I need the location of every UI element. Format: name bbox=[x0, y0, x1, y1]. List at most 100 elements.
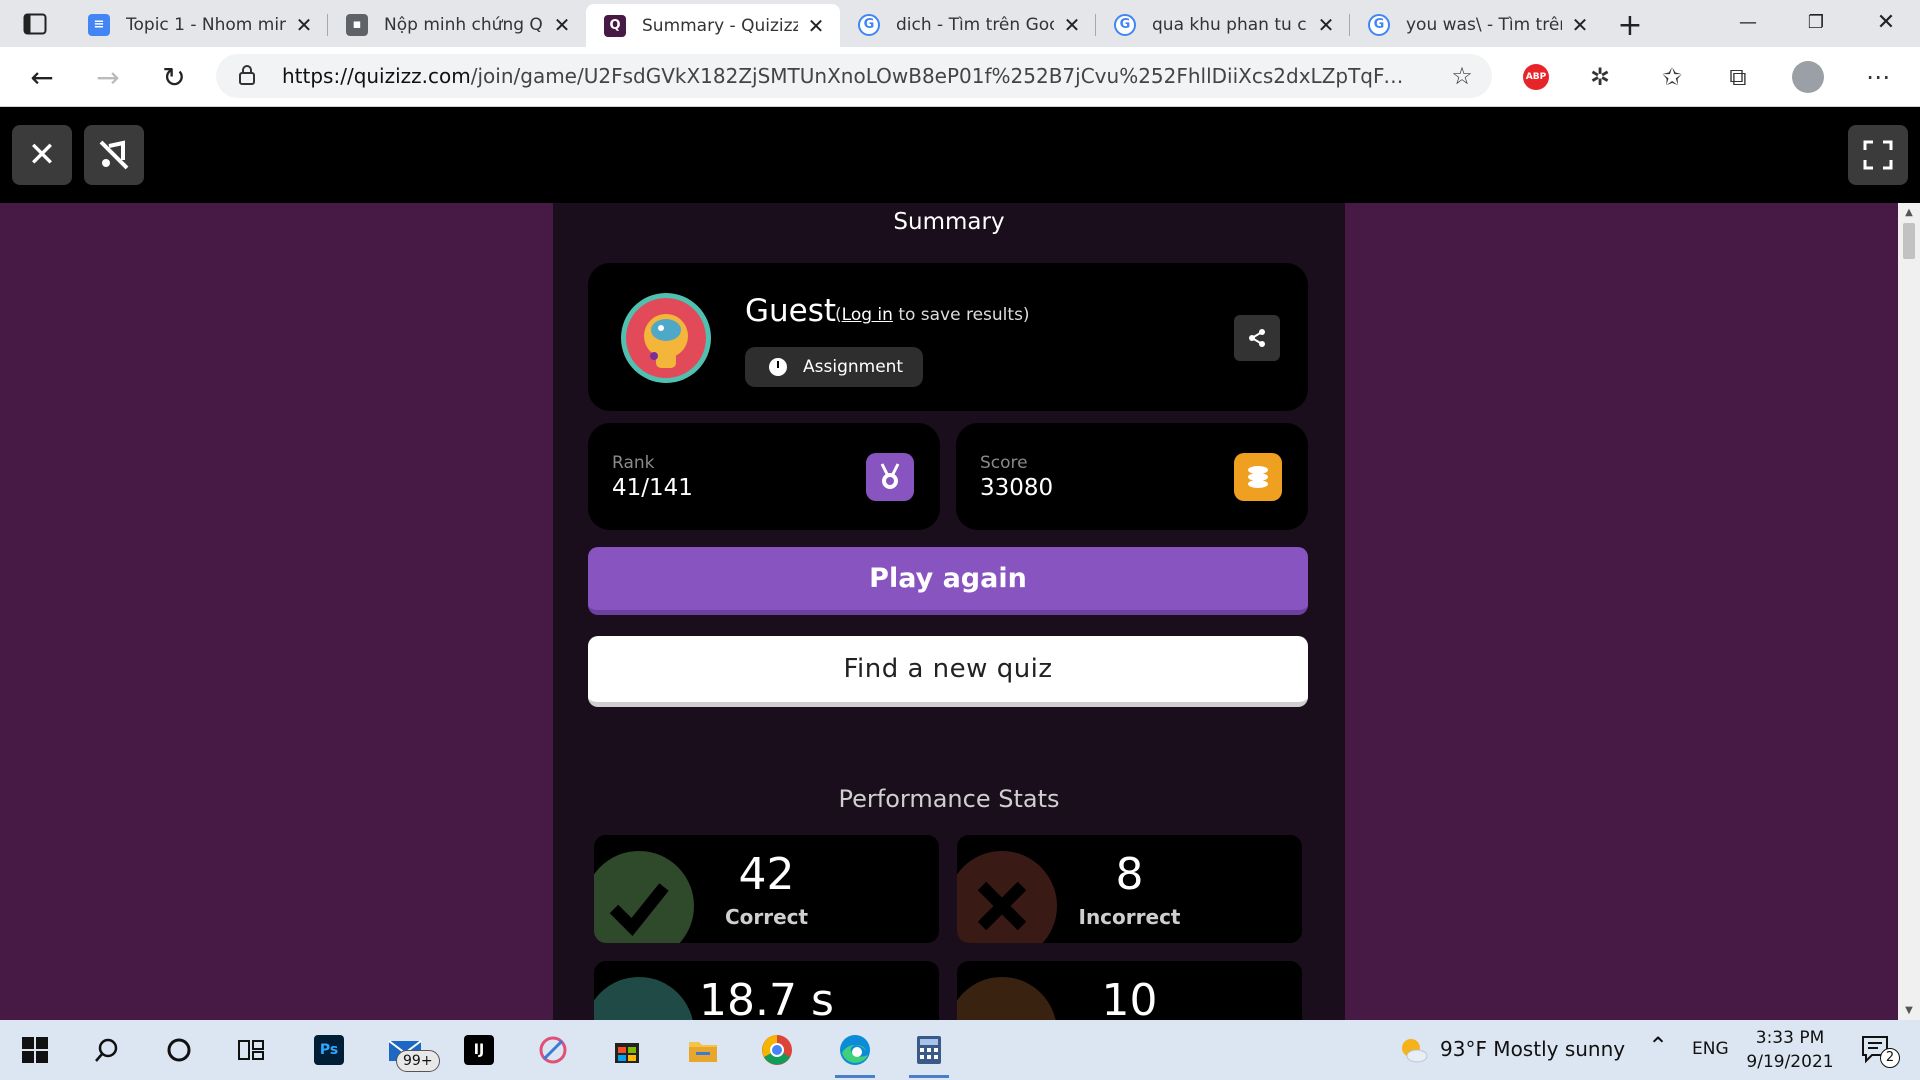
close-tab-icon[interactable]: ✕ bbox=[294, 13, 314, 37]
google-icon: G bbox=[1368, 13, 1390, 36]
notification-count-badge: 2 bbox=[1880, 1048, 1900, 1068]
adblock-plus-icon[interactable]: ABP bbox=[1520, 61, 1552, 93]
tab-title: Topic 1 - Nhom minh chung bbox=[126, 14, 286, 35]
login-prompt: (Log in to save results) bbox=[835, 305, 1030, 325]
collections-icon[interactable]: ⧉ bbox=[1722, 61, 1754, 93]
tray-chevron-up-icon[interactable]: ⌃ bbox=[1648, 1032, 1668, 1060]
share-button[interactable] bbox=[1234, 315, 1280, 361]
correct-label: Correct bbox=[724, 905, 809, 929]
tab-title: Summary - Quizizz bbox=[642, 15, 798, 36]
clock-date[interactable]: 9/19/2021 bbox=[1735, 1052, 1845, 1072]
tab-nop-minh-chung[interactable]: ▪ Nộp minh chứng Quizizz ✕ bbox=[328, 2, 586, 47]
page-scrollbar[interactable]: ▲ ▼ bbox=[1898, 203, 1920, 1020]
close-tab-icon[interactable]: ✕ bbox=[806, 14, 826, 38]
snip-sketch-icon[interactable] bbox=[528, 1028, 578, 1072]
microsoft-store-icon[interactable] bbox=[602, 1028, 652, 1072]
cortana-icon[interactable] bbox=[154, 1028, 204, 1072]
favorites-icon[interactable]: ✩ bbox=[1656, 61, 1688, 93]
edge-icon[interactable] bbox=[830, 1028, 880, 1078]
login-link[interactable]: Log in bbox=[842, 305, 893, 325]
close-window-icon[interactable]: ✕ bbox=[1856, 4, 1916, 40]
profile-avatar[interactable] bbox=[1792, 61, 1824, 93]
avg-time-stat-card: 18.7 s bbox=[594, 961, 939, 1020]
scroll-thumb[interactable] bbox=[1903, 223, 1915, 259]
score-value: 33080 bbox=[980, 475, 1054, 501]
clock-time[interactable]: 3:33 PM bbox=[1755, 1028, 1825, 1048]
close-quiz-button[interactable]: ✕ bbox=[12, 125, 72, 185]
astronaut-avatar-icon bbox=[644, 314, 688, 368]
language-indicator[interactable]: ENG bbox=[1692, 1039, 1729, 1059]
tab-dich-google[interactable]: G dich - Tìm trên Google ✕ bbox=[840, 2, 1096, 47]
streak-value: 10 bbox=[1101, 975, 1158, 1020]
tab-actions-icon[interactable] bbox=[14, 10, 56, 38]
coins-icon bbox=[1234, 453, 1282, 501]
new-tab-plus-icon[interactable]: + bbox=[1610, 8, 1650, 43]
player-card: Guest (Log in to save results) Assignmen… bbox=[588, 263, 1308, 411]
fullscreen-button[interactable] bbox=[1848, 125, 1908, 185]
close-tab-icon[interactable]: ✕ bbox=[552, 13, 572, 37]
find-new-quiz-button[interactable]: Find a new quiz bbox=[588, 636, 1308, 707]
restore-icon[interactable]: ❐ bbox=[1786, 4, 1846, 40]
page-title: Summary bbox=[893, 209, 1005, 235]
clock-icon bbox=[769, 358, 787, 376]
weather-text[interactable]: 93°F Mostly sunny bbox=[1440, 1037, 1625, 1061]
close-tab-icon[interactable]: ✕ bbox=[1316, 13, 1336, 37]
fullscreen-icon bbox=[1863, 140, 1893, 170]
close-tab-icon[interactable]: ✕ bbox=[1570, 13, 1590, 37]
lock-icon[interactable] bbox=[238, 64, 256, 90]
browser-tab-bar: ≡ Topic 1 - Nhom minh chung ✕ ▪ Nộp minh… bbox=[0, 0, 1920, 47]
url-field[interactable]: https://quizizz.com/join/game/U2FsdGVkX1… bbox=[216, 54, 1492, 98]
quizizz-top-bar: ✕ bbox=[0, 107, 1920, 203]
add-favorite-star-icon[interactable]: ☆ bbox=[1448, 62, 1476, 90]
rank-card: Rank 41/141 bbox=[588, 423, 940, 530]
tab-qua-khu[interactable]: G qua khu phan tu chu dong ✕ bbox=[1096, 2, 1350, 47]
tab-title: Nộp minh chứng Quizizz bbox=[384, 14, 544, 35]
chrome-icon[interactable] bbox=[752, 1028, 802, 1072]
mode-badge: Assignment bbox=[745, 347, 923, 387]
task-view-icon[interactable] bbox=[226, 1028, 276, 1072]
player-name: Guest bbox=[745, 293, 837, 329]
summary-panel: Summary Guest (Log in to save results) A… bbox=[553, 203, 1345, 1020]
reload-icon[interactable]: ↻ bbox=[156, 59, 192, 95]
back-arrow-icon[interactable]: ← bbox=[24, 59, 60, 95]
performance-stats-title: Performance Stats bbox=[838, 785, 1060, 813]
google-classroom-icon: ▪ bbox=[346, 13, 368, 36]
tab-title: you was\ - Tìm trên Google bbox=[1406, 14, 1562, 35]
rank-value: 41/141 bbox=[612, 475, 693, 501]
intellij-icon[interactable]: IJ bbox=[454, 1028, 504, 1072]
tab-you-was[interactable]: G you was\ - Tìm trên Google ✕ bbox=[1350, 2, 1604, 47]
minimize-icon[interactable]: — bbox=[1718, 4, 1778, 40]
tab-title: qua khu phan tu chu dong bbox=[1152, 14, 1308, 35]
notification-center-icon[interactable]: 2 bbox=[1852, 1028, 1902, 1072]
music-off-button[interactable] bbox=[84, 125, 144, 185]
quizizz-icon: Q bbox=[604, 14, 626, 37]
tab-title: dich - Tìm trên Google bbox=[896, 14, 1054, 35]
close-tab-icon[interactable]: ✕ bbox=[1062, 13, 1082, 37]
medal-icon bbox=[866, 453, 914, 501]
tab-topic-1[interactable]: ≡ Topic 1 - Nhom minh chung ✕ bbox=[70, 2, 328, 47]
scroll-down-icon[interactable]: ▼ bbox=[1898, 1005, 1920, 1016]
score-card: Score 33080 bbox=[956, 423, 1308, 530]
windows-taskbar: Ps 99+ IJ 93°F Mostly sunny ⌃ ENG 3:33 P… bbox=[0, 1020, 1920, 1080]
rank-label: Rank bbox=[612, 453, 655, 473]
google-icon: G bbox=[1114, 13, 1136, 36]
quiz-summary-page: Summary Guest (Log in to save results) A… bbox=[0, 203, 1898, 1020]
more-options-icon[interactable]: ⋯ bbox=[1862, 61, 1894, 93]
scroll-up-icon[interactable]: ▲ bbox=[1898, 207, 1920, 218]
file-explorer-icon[interactable] bbox=[678, 1028, 728, 1072]
score-label: Score bbox=[980, 453, 1028, 473]
avatar bbox=[621, 293, 711, 383]
play-again-button[interactable]: Play again bbox=[588, 547, 1308, 615]
tab-summary-quizizz[interactable]: Q Summary - Quizizz ✕ bbox=[586, 4, 840, 47]
windows-start-icon[interactable] bbox=[10, 1028, 60, 1072]
correct-count: 42 bbox=[738, 849, 795, 900]
share-icon bbox=[1249, 329, 1265, 347]
url-text[interactable]: https://quizizz.com/join/game/U2FsdGVkX1… bbox=[282, 64, 1412, 88]
forward-arrow-icon[interactable]: → bbox=[90, 59, 126, 95]
weather-sunny-icon[interactable] bbox=[1388, 1028, 1438, 1072]
search-icon[interactable] bbox=[82, 1028, 132, 1072]
extensions-puzzle-icon[interactable]: ✲ bbox=[1584, 61, 1616, 93]
calculator-icon[interactable] bbox=[904, 1028, 954, 1078]
photoshop-icon[interactable]: Ps bbox=[304, 1028, 354, 1072]
google-docs-icon: ≡ bbox=[88, 13, 110, 36]
